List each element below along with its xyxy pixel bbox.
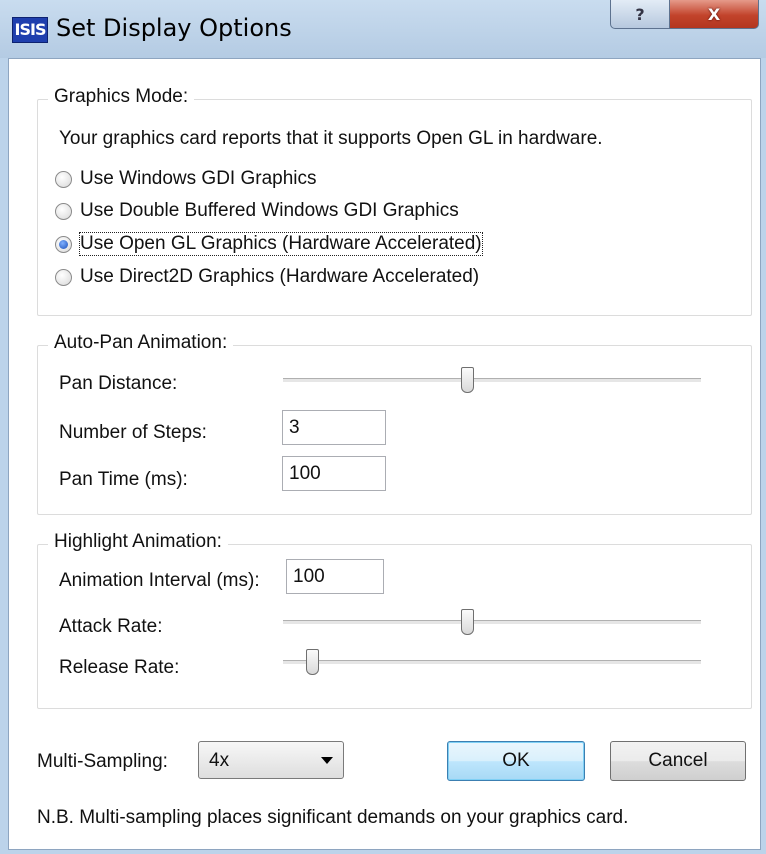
multisampling-select[interactable]: 4x: [198, 741, 344, 779]
attack-rate-slider[interactable]: [283, 609, 701, 635]
graphics-mode-group: Graphics Mode: Your graphics card report…: [37, 86, 752, 316]
pan-distance-slider[interactable]: [283, 367, 701, 393]
radio-label[interactable]: Use Double Buffered Windows GDI Graphics: [80, 200, 459, 222]
radio-gdi[interactable]: Use Windows GDI Graphics: [55, 166, 317, 192]
ok-button-label: OK: [502, 750, 530, 771]
slider-track: [283, 620, 701, 625]
auto-pan-legend: Auto-Pan Animation:: [48, 332, 234, 354]
pan-time-label: Pan Time (ms):: [59, 469, 188, 490]
radio-label[interactable]: Use Windows GDI Graphics: [80, 168, 317, 190]
dialog-body: Graphics Mode: Your graphics card report…: [8, 58, 761, 850]
help-button[interactable]: ?: [610, 0, 670, 29]
radio-button[interactable]: [55, 268, 72, 286]
radio-label[interactable]: Use Open GL Graphics (Hardware Accelerat…: [79, 232, 483, 256]
cancel-button-label: Cancel: [648, 750, 708, 771]
window-title: Set Display Options: [56, 14, 292, 42]
multisampling-label: Multi-Sampling:: [37, 751, 168, 772]
slider-thumb[interactable]: [460, 609, 474, 635]
steps-label: Number of Steps:: [59, 422, 207, 443]
chevron-down-icon[interactable]: [321, 757, 333, 764]
radio-button[interactable]: [55, 170, 72, 188]
app-logo-icon: ISIS: [12, 17, 48, 43]
pan-time-input[interactable]: [282, 456, 386, 491]
pan-distance-label: Pan Distance:: [59, 373, 178, 394]
radio-opengl[interactable]: Use Open GL Graphics (Hardware Accelerat…: [55, 231, 483, 257]
cancel-button[interactable]: Cancel: [610, 741, 746, 781]
auto-pan-group: Auto-Pan Animation: Pan Distance: Number…: [37, 332, 752, 515]
radio-button[interactable]: [55, 202, 72, 220]
slider-track: [283, 660, 701, 665]
attack-rate-label: Attack Rate:: [59, 616, 163, 637]
ok-button[interactable]: OK: [447, 741, 585, 781]
graphics-mode-legend: Graphics Mode:: [48, 86, 195, 108]
close-button[interactable]: X: [669, 0, 759, 29]
release-rate-slider[interactable]: [283, 649, 701, 675]
dialog-window: ISIS Set Display Options ? X Graphics Mo…: [0, 0, 766, 854]
release-rate-label: Release Rate:: [59, 657, 180, 678]
slider-track: [283, 378, 701, 383]
interval-input[interactable]: [286, 559, 384, 594]
multisampling-note: N.B. Multi-sampling places significant d…: [37, 807, 629, 828]
highlight-group: Highlight Animation: Animation Interval …: [37, 531, 752, 709]
interval-label: Animation Interval (ms):: [59, 570, 260, 591]
radio-direct2d[interactable]: Use Direct2D Graphics (Hardware Accelera…: [55, 264, 479, 290]
title-bar[interactable]: ISIS Set Display Options ? X: [0, 0, 766, 58]
radio-double-buffered-gdi[interactable]: Use Double Buffered Windows GDI Graphics: [55, 198, 459, 224]
slider-thumb[interactable]: [460, 367, 474, 393]
highlight-legend: Highlight Animation:: [48, 531, 228, 553]
slider-thumb[interactable]: [306, 649, 320, 675]
graphics-support-info: Your graphics card reports that it suppo…: [59, 128, 603, 149]
radio-label[interactable]: Use Direct2D Graphics (Hardware Accelera…: [80, 266, 479, 288]
multisampling-value: 4x: [209, 750, 230, 771]
steps-input[interactable]: [282, 410, 386, 445]
radio-button-selected[interactable]: [55, 235, 72, 253]
